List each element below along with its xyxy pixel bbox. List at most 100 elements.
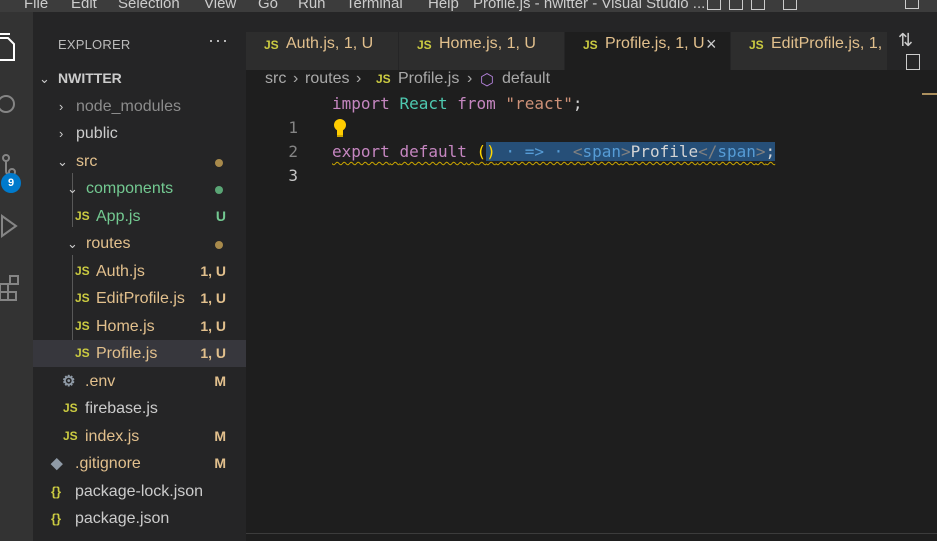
menu-go[interactable]: Go bbox=[258, 0, 278, 12]
tab-label: Auth.js, 1, U bbox=[286, 35, 374, 52]
split-editor-icon[interactable] bbox=[906, 54, 920, 70]
js-file-icon: JS bbox=[75, 264, 90, 278]
menu-terminal[interactable]: Terminal bbox=[346, 0, 403, 12]
open-changes-icon[interactable]: ⇅ bbox=[898, 30, 913, 51]
folder-label: src bbox=[76, 153, 98, 170]
js-file-icon: JS bbox=[75, 209, 90, 223]
file-label: .gitignore bbox=[75, 455, 141, 472]
file-label: App.js bbox=[96, 208, 141, 225]
tab-profile-js[interactable]: JS Profile.js, 1, U × bbox=[565, 32, 731, 70]
run-debug-icon bbox=[1, 214, 18, 238]
json-file-icon: {} bbox=[51, 511, 62, 526]
git-status: 1, U bbox=[200, 263, 226, 279]
chevron-down-icon: ⌄ bbox=[39, 71, 50, 86]
tab-editprofile-js[interactable]: JS EditProfile.js, 1, U bbox=[731, 32, 888, 70]
minimap[interactable] bbox=[922, 93, 937, 95]
breadcrumb-separator: › bbox=[467, 70, 473, 87]
code-line-1: 1 import React from "react"; bbox=[246, 92, 937, 137]
files-icon bbox=[0, 33, 15, 61]
git-status: 1, U bbox=[200, 345, 226, 361]
modified-dot bbox=[215, 241, 223, 249]
file-app-js[interactable]: JS App.js U bbox=[33, 203, 246, 230]
menu-help[interactable]: Help bbox=[428, 0, 459, 12]
more-actions-button[interactable]: ··· bbox=[208, 30, 229, 51]
git-status: 1, U bbox=[200, 318, 226, 334]
extensions-activity[interactable] bbox=[0, 270, 33, 310]
menu-run[interactable]: Run bbox=[298, 0, 326, 12]
chevron-right-icon: › bbox=[59, 126, 64, 141]
git-status: M bbox=[214, 455, 226, 471]
file-gitignore[interactable]: ◆ .gitignore M bbox=[33, 450, 246, 477]
file-index-js[interactable]: JS index.js M bbox=[33, 423, 246, 450]
toggle-sidebar-icon[interactable] bbox=[707, 0, 721, 10]
folder-node-modules[interactable]: › node_modules bbox=[33, 93, 246, 120]
file-label: EditProfile.js bbox=[96, 290, 185, 307]
chevron-down-icon: ⌄ bbox=[57, 154, 68, 169]
breadcrumb-file[interactable]: Profile.js bbox=[398, 70, 459, 88]
folder-label: components bbox=[86, 180, 174, 197]
file-label: firebase.js bbox=[85, 400, 158, 417]
search-activity[interactable] bbox=[0, 90, 33, 130]
folder-label: public bbox=[76, 125, 118, 142]
breadcrumb-separator: › bbox=[293, 70, 299, 87]
js-file-icon: JS bbox=[63, 401, 78, 415]
code-text[interactable]: export default () · => · <span>Profile</… bbox=[332, 140, 776, 164]
explorer-title: EXPLORER bbox=[58, 37, 131, 52]
breadcrumb-src[interactable]: src bbox=[265, 70, 286, 88]
menu-edit[interactable]: Edit bbox=[71, 0, 97, 12]
js-file-icon: JS bbox=[264, 38, 279, 52]
symbol-icon: ⬡ bbox=[480, 72, 494, 89]
menu-selection[interactable]: Selection bbox=[118, 0, 180, 12]
project-root[interactable]: ⌄ NWITTER bbox=[33, 65, 246, 92]
chevron-down-icon: ⌄ bbox=[67, 236, 78, 251]
tab-label: Home.js, 1, U bbox=[439, 35, 536, 52]
js-file-icon: JS bbox=[75, 319, 90, 333]
toggle-secondary-sidebar-icon[interactable] bbox=[751, 0, 765, 10]
file-firebase-js[interactable]: JS firebase.js bbox=[33, 395, 246, 422]
breadcrumb-symbol[interactable]: default bbox=[502, 70, 550, 88]
explorer-activity[interactable] bbox=[0, 30, 33, 70]
git-file-icon: ◆ bbox=[51, 455, 63, 472]
breadcrumb-separator: › bbox=[356, 70, 362, 87]
file-home-js[interactable]: JS Home.js 1, U bbox=[33, 313, 246, 340]
folder-src[interactable]: ⌄ src bbox=[33, 148, 246, 175]
tab-label: EditProfile.js, 1, U bbox=[771, 35, 887, 52]
js-file-icon: JS bbox=[376, 72, 391, 86]
file-package-lock-json[interactable]: {} package-lock.json bbox=[33, 478, 246, 505]
code-line-3: 3 export default () · => · <span>Profile… bbox=[246, 140, 937, 185]
js-file-icon: JS bbox=[75, 291, 90, 305]
file-env[interactable]: ⚙ .env M bbox=[33, 368, 246, 395]
menu-file[interactable]: File bbox=[24, 0, 48, 12]
json-file-icon: {} bbox=[51, 484, 62, 499]
toggle-panel-icon[interactable] bbox=[729, 0, 743, 10]
breadcrumb-routes[interactable]: routes bbox=[305, 70, 349, 88]
tab-home-js[interactable]: JS Home.js, 1, U bbox=[399, 32, 565, 70]
search-icon bbox=[0, 95, 15, 113]
breadcrumb: src › routes › JS Profile.js › ⬡ default bbox=[246, 70, 937, 90]
customize-layout-icon[interactable] bbox=[783, 0, 797, 10]
layout-controls bbox=[707, 0, 797, 10]
menu-view[interactable]: View bbox=[204, 0, 236, 12]
file-editprofile-js[interactable]: JS EditProfile.js 1, U bbox=[33, 285, 246, 312]
chevron-right-icon: › bbox=[59, 99, 64, 114]
code-editor[interactable]: 1 import React from "react"; 2 3 export … bbox=[246, 92, 937, 532]
window-title: Profile.js - nwitter - Visual Studio ... bbox=[473, 0, 706, 12]
file-profile-js[interactable]: JS Profile.js 1, U bbox=[33, 340, 246, 367]
code-text[interactable]: import React from "react"; bbox=[332, 92, 583, 116]
git-status: M bbox=[214, 428, 226, 444]
close-icon[interactable]: × bbox=[706, 32, 717, 56]
git-status: 1, U bbox=[200, 290, 226, 306]
folder-routes[interactable]: ⌄ routes bbox=[33, 230, 246, 257]
folder-label: node_modules bbox=[76, 98, 181, 115]
run-debug-activity[interactable] bbox=[0, 210, 33, 250]
file-package-json[interactable]: {} package.json bbox=[33, 505, 246, 532]
folder-components[interactable]: ⌄ components bbox=[33, 175, 246, 202]
explorer-sidebar: EXPLORER ··· ⌄ NWITTER › node_modules › … bbox=[33, 12, 246, 541]
gear-icon: ⚙ bbox=[62, 373, 76, 390]
git-status: U bbox=[215, 208, 226, 224]
folder-public[interactable]: › public bbox=[33, 120, 246, 147]
js-file-icon: JS bbox=[417, 38, 432, 52]
maximize-window-button[interactable] bbox=[905, 0, 919, 9]
tab-auth-js[interactable]: JS Auth.js, 1, U bbox=[246, 32, 399, 70]
file-auth-js[interactable]: JS Auth.js 1, U bbox=[33, 258, 246, 285]
